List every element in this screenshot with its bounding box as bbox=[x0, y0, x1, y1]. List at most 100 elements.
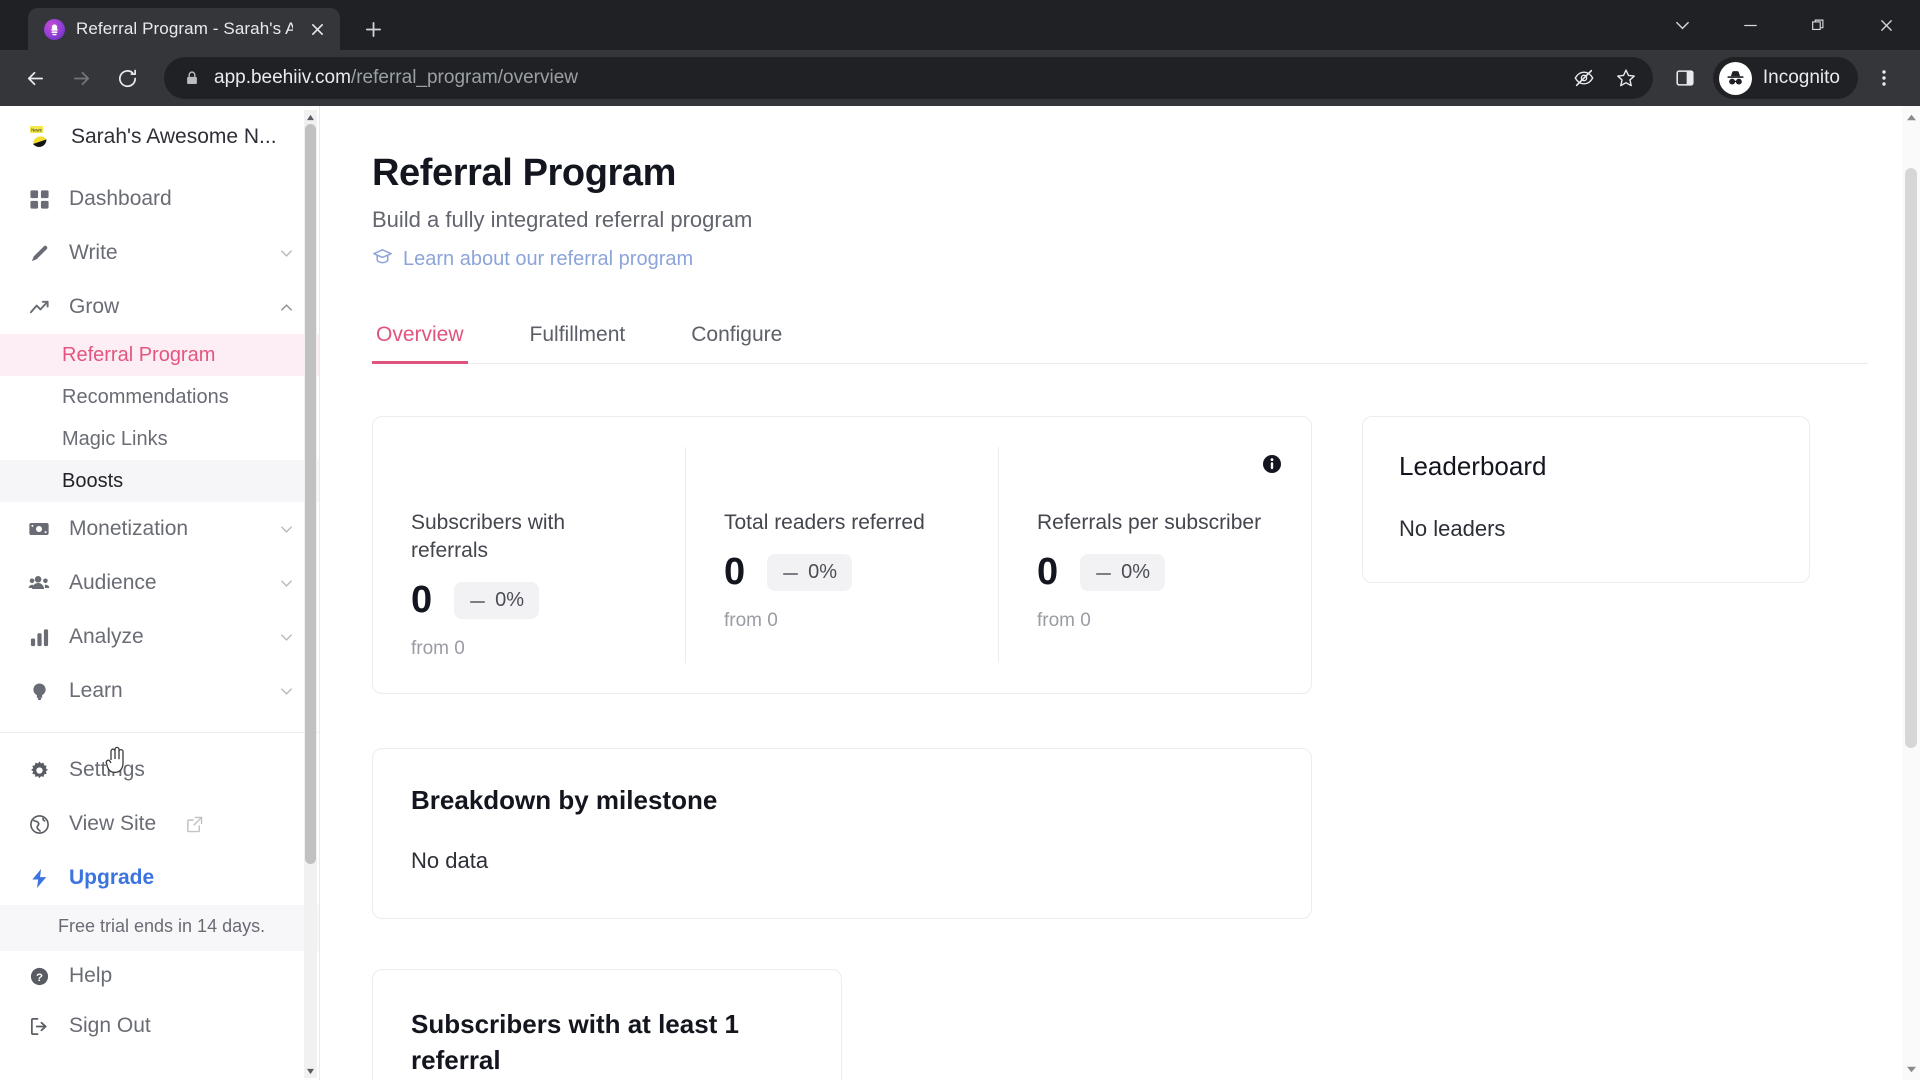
sidebar-subitem-label: Referral Program bbox=[62, 343, 216, 366]
address-bar[interactable]: app.beehiiv.com/referral_program/overvie… bbox=[164, 57, 1653, 99]
external-link-icon bbox=[185, 815, 204, 834]
back-arrow-icon[interactable] bbox=[14, 57, 56, 99]
sidebar-item-referral-program[interactable]: Referral Program bbox=[0, 334, 319, 376]
sidebar-item-analyze[interactable]: Analyze bbox=[0, 610, 319, 664]
beehiiv-newsletter-logo: News bbox=[26, 122, 56, 152]
sidebar-subitem-label: Magic Links bbox=[62, 427, 168, 450]
stat-change-badge: 0% bbox=[1080, 553, 1166, 591]
subscribers-at-least-one-referral-card: Subscribers with at least 1 referral bbox=[372, 969, 842, 1080]
tab-overview[interactable]: Overview bbox=[372, 315, 468, 364]
sidebar-item-learn[interactable]: Learn bbox=[0, 664, 319, 718]
workspace-switcher[interactable]: News Sarah's Awesome N... bbox=[0, 106, 319, 168]
forward-arrow-icon bbox=[60, 57, 102, 99]
stat-change-value: 0% bbox=[808, 560, 838, 583]
sidebar-item-audience[interactable]: Audience bbox=[0, 556, 319, 610]
new-tab-icon[interactable] bbox=[354, 10, 392, 48]
tab-configure[interactable]: Configure bbox=[687, 315, 786, 363]
sidebar-divider bbox=[0, 732, 319, 733]
dash-icon bbox=[782, 561, 799, 584]
stats-card: Subscribers with referrals 0 0% from 0 T… bbox=[372, 416, 1312, 694]
stat-previous: from 0 bbox=[1037, 609, 1091, 631]
app-sidebar: News Sarah's Awesome N... Dashboard Writ… bbox=[0, 106, 320, 1080]
sidebar-scrollbar[interactable] bbox=[304, 110, 317, 1078]
gear-icon bbox=[26, 760, 52, 781]
milestone-breakdown-card: Breakdown by milestone No data bbox=[372, 748, 1312, 919]
sidebar-item-upgrade[interactable]: Upgrade bbox=[0, 851, 319, 905]
lightbulb-icon bbox=[26, 681, 52, 702]
scroll-up-arrow-icon[interactable] bbox=[1902, 106, 1920, 128]
sidebar-item-dashboard[interactable]: Dashboard bbox=[0, 172, 319, 226]
scrollbar-thumb[interactable] bbox=[1905, 168, 1917, 748]
close-icon[interactable] bbox=[304, 16, 330, 42]
chevron-down-icon[interactable] bbox=[278, 629, 295, 646]
reload-icon[interactable] bbox=[106, 57, 148, 99]
sidebar-item-boosts[interactable]: Boosts bbox=[0, 460, 319, 502]
incognito-icon bbox=[1718, 61, 1752, 95]
sidebar-item-label: Grow bbox=[69, 295, 120, 318]
sidebar-item-settings[interactable]: Settings bbox=[0, 743, 319, 797]
page-scrollbar[interactable] bbox=[1902, 106, 1920, 1080]
sidebar-item-recommendations[interactable]: Recommendations bbox=[0, 376, 319, 418]
svg-text:?: ? bbox=[36, 972, 43, 984]
people-icon bbox=[26, 572, 52, 594]
window-controls bbox=[1648, 0, 1920, 50]
milestone-title: Breakdown by milestone bbox=[411, 785, 718, 815]
stat-value: 0 bbox=[724, 550, 746, 593]
dash-icon bbox=[1095, 561, 1112, 584]
restore-icon[interactable] bbox=[1784, 0, 1852, 50]
sidebar-item-magic-links[interactable]: Magic Links bbox=[0, 418, 319, 460]
scroll-up-arrow-icon[interactable] bbox=[304, 110, 317, 124]
sidebar-item-label: Help bbox=[69, 964, 113, 988]
chevron-down-icon[interactable] bbox=[278, 683, 295, 700]
sidebar-nav: Dashboard Write Grow Referral Program Re… bbox=[0, 168, 319, 1051]
stat-total-readers-referred: Total readers referred 0 0% from 0 bbox=[685, 447, 998, 663]
three-dot-menu-icon[interactable] bbox=[1862, 56, 1906, 100]
side-panel-icon[interactable] bbox=[1663, 56, 1707, 100]
scroll-down-arrow-icon[interactable] bbox=[1902, 1058, 1920, 1080]
trial-notice: Free trial ends in 14 days. bbox=[0, 905, 319, 952]
browser-tab[interactable]: Referral Program - Sarah's Awes bbox=[28, 8, 340, 50]
lightning-bolt-icon bbox=[26, 868, 52, 889]
tab-fulfillment[interactable]: Fulfillment bbox=[526, 315, 630, 363]
stat-value: 0 bbox=[1037, 550, 1059, 593]
sidebar-item-help[interactable]: ? Help bbox=[0, 951, 319, 1001]
dash-icon bbox=[469, 589, 486, 612]
sidebar-item-label: Learn bbox=[69, 679, 123, 702]
sidebar-item-label: Settings bbox=[69, 758, 145, 781]
chevron-down-icon[interactable] bbox=[278, 575, 295, 592]
star-icon[interactable] bbox=[1607, 59, 1645, 97]
money-icon bbox=[26, 518, 52, 540]
tab-strip: Referral Program - Sarah's Awes bbox=[0, 0, 1920, 50]
profile-label: Incognito bbox=[1762, 67, 1840, 88]
info-icon[interactable] bbox=[1261, 453, 1283, 480]
minimize-icon[interactable] bbox=[1716, 0, 1784, 50]
stat-value-row: 0 0% bbox=[724, 551, 964, 594]
tab-title: Referral Program - Sarah's Awes bbox=[76, 19, 293, 38]
leaderboard-title: Leaderboard bbox=[1399, 451, 1547, 481]
eye-slash-icon[interactable] bbox=[1565, 59, 1603, 97]
sidebar-item-write[interactable]: Write bbox=[0, 226, 319, 280]
sidebar-item-label: View Site bbox=[69, 812, 157, 835]
globe-icon bbox=[26, 814, 52, 835]
close-icon[interactable] bbox=[1852, 0, 1920, 50]
chevron-down-icon[interactable] bbox=[278, 245, 295, 262]
chevron-up-icon[interactable] bbox=[278, 299, 295, 316]
stat-previous: from 0 bbox=[724, 609, 778, 631]
scroll-down-arrow-icon[interactable] bbox=[304, 1064, 317, 1078]
url-path: /referral_program/overview bbox=[350, 67, 578, 88]
lock-icon[interactable] bbox=[184, 70, 200, 86]
bar-chart-icon bbox=[26, 627, 52, 648]
page-title: Referral Program bbox=[372, 152, 677, 194]
profile-chip[interactable]: Incognito bbox=[1712, 57, 1858, 99]
learn-about-referral-link[interactable]: Learn about our referral program bbox=[372, 246, 1868, 273]
chevron-down-icon[interactable] bbox=[278, 521, 295, 538]
stat-value-row: 0 0% bbox=[411, 579, 651, 622]
chevron-down-icon[interactable] bbox=[1648, 0, 1716, 50]
scrollbar-thumb[interactable] bbox=[305, 124, 316, 864]
sidebar-item-grow[interactable]: Grow bbox=[0, 280, 319, 334]
sidebar-item-label: Monetization bbox=[69, 517, 189, 540]
sidebar-item-view-site[interactable]: View Site bbox=[0, 797, 319, 851]
sidebar-item-monetization[interactable]: Monetization bbox=[0, 502, 319, 556]
milestone-empty-state: No data bbox=[411, 848, 489, 873]
sidebar-item-sign-out[interactable]: Sign Out bbox=[0, 1001, 319, 1051]
